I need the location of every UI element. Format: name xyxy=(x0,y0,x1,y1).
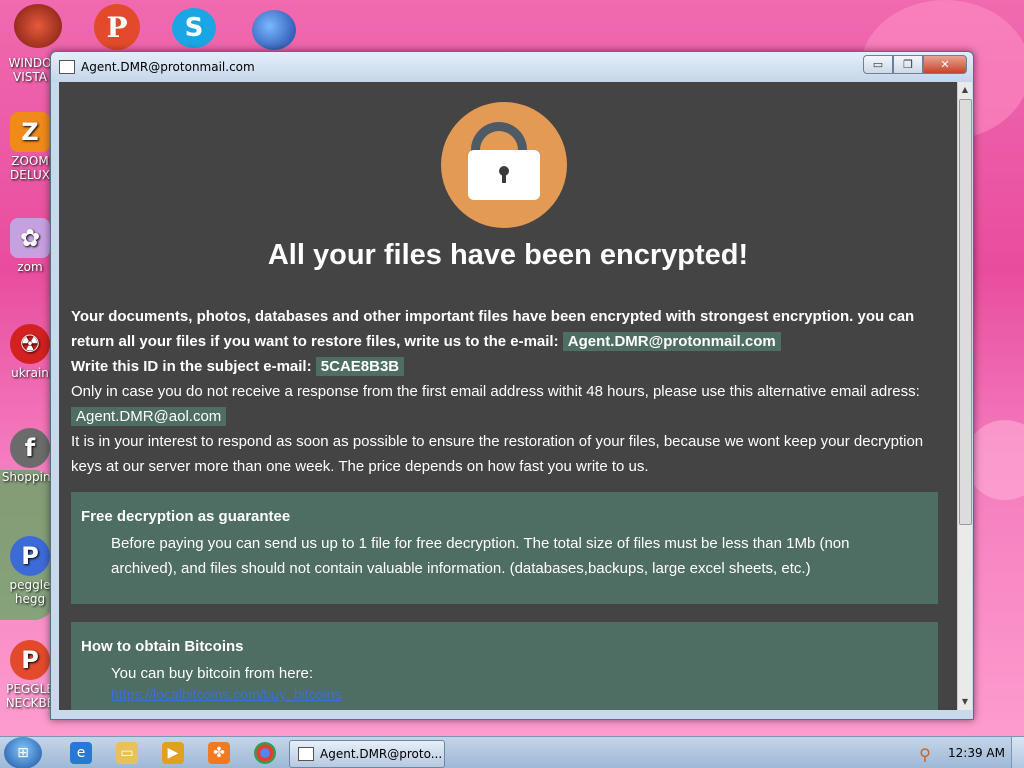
ransom-body: Your documents, photos, databases and ot… xyxy=(71,304,941,479)
peggle-icon: P xyxy=(10,640,50,680)
internet-explorer-icon[interactable]: e xyxy=(70,742,92,764)
bitcoin-link[interactable]: https://localbitcoins.com/buy_bitcoins xyxy=(71,686,938,702)
ransom-content: All your files have been encrypted! Your… xyxy=(59,82,957,710)
bitcoin-panel: How to obtain Bitcoins You can buy bitco… xyxy=(71,622,938,710)
peggle-icon: P xyxy=(10,536,50,576)
minimize-button[interactable]: ▭ xyxy=(863,54,893,74)
folder-icon[interactable]: ▭ xyxy=(116,742,138,764)
flash-icon: f xyxy=(10,428,50,468)
window-app-icon xyxy=(298,747,314,761)
lock-icon xyxy=(441,102,567,228)
taskbar-window-label: Agent.DMR@proto... xyxy=(320,747,443,761)
keyhole-icon xyxy=(499,166,509,183)
desktop-icon-label: ZOOM DELUX xyxy=(10,154,50,182)
vertical-scrollbar[interactable]: ▲ ▼ xyxy=(957,82,972,710)
media-player-icon[interactable]: ▶ xyxy=(162,742,184,764)
id-value[interactable]: 5CAE8B3B xyxy=(315,357,405,376)
start-button[interactable]: ⊞ xyxy=(4,737,42,768)
skype-icon[interactable]: S xyxy=(172,8,216,48)
panel-text: You can buy bitcoin from here: xyxy=(111,665,314,682)
email-alt[interactable]: Agent.DMR@aol.com xyxy=(71,407,227,426)
email-primary[interactable]: Agent.DMR@protonmail.com xyxy=(562,332,781,351)
taskbar: ⊞ e ▭ ▶ ✤ Agent.DMR@proto... ⚲ 12:39 AM xyxy=(0,736,1024,768)
show-desktop-button[interactable] xyxy=(1011,737,1024,768)
desktop-icon-peggle-top[interactable]: P xyxy=(94,4,140,50)
desktop-icon-label: peggle hegg xyxy=(9,578,51,606)
alt-email-text: Only in case you do not receive a respon… xyxy=(71,383,920,400)
chrome-icon[interactable] xyxy=(254,742,276,764)
desktop-icon-label: PEGGLE NECKBE xyxy=(5,682,55,710)
clock[interactable]: 12:39 AM xyxy=(948,746,1005,760)
ransom-intro: Your documents, photos, databases and ot… xyxy=(71,308,915,350)
panel-title: How to obtain Bitcoins xyxy=(81,638,244,655)
desktop-icon-label: ukrain xyxy=(11,366,49,380)
window-app-icon xyxy=(59,60,75,74)
maximize-button[interactable]: ❐ xyxy=(893,54,923,74)
flower-icon: ✿ xyxy=(10,218,50,258)
taskbar-window-button[interactable]: Agent.DMR@proto... xyxy=(289,740,445,768)
id-label: Write this ID in the subject e-mail: xyxy=(71,358,312,375)
scrollbar-thumb[interactable] xyxy=(959,99,972,525)
desktop-icon-bowl[interactable] xyxy=(14,4,62,48)
free-decryption-panel: Free decryption as guarantee Before payi… xyxy=(71,492,938,604)
desktop-icon-label: WINDO VISTA xyxy=(8,56,52,84)
window-title: Agent.DMR@protonmail.com xyxy=(81,60,255,74)
desktop-icon-label: zom xyxy=(17,260,43,274)
paw-icon[interactable]: ✤ xyxy=(208,742,230,764)
scroll-up-arrow-icon[interactable]: ▲ xyxy=(958,82,972,98)
panel-title: Free decryption as guarantee xyxy=(81,508,291,525)
close-button[interactable]: ✕ xyxy=(923,54,967,74)
ransom-headline: All your files have been encrypted! xyxy=(267,239,749,271)
interest-text: It is in your interest to respond as soo… xyxy=(71,433,924,475)
panel-text: Before paying you can send us up to 1 fi… xyxy=(111,535,850,577)
zoom-icon: Z xyxy=(10,112,50,152)
magnifier-icon[interactable]: ⚲ xyxy=(914,743,936,765)
scroll-down-arrow-icon[interactable]: ▼ xyxy=(958,694,972,710)
ransom-window[interactable]: Agent.DMR@protonmail.com ▭ ❐ ✕ All your … xyxy=(50,51,974,720)
window-titlebar[interactable]: Agent.DMR@protonmail.com ▭ ❐ ✕ xyxy=(51,52,973,82)
lock-body xyxy=(468,150,540,200)
radiation-icon: ☢ xyxy=(10,324,50,364)
globe-icon[interactable] xyxy=(252,10,296,50)
